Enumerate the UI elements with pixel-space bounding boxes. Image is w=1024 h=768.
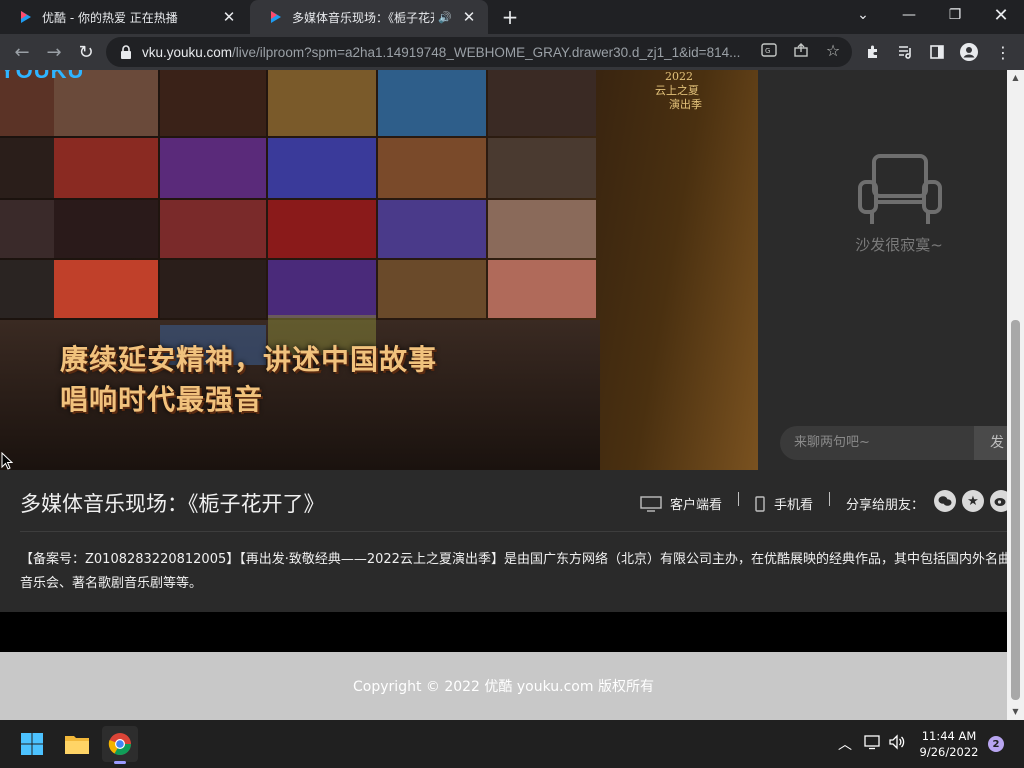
side-panel-icon[interactable] [928,43,946,61]
notification-badge[interactable]: 2 [988,736,1004,752]
video-player[interactable]: YOUKU 2022 云上之夏 演出季 赓续延安精神，讲述中国故事 唱响时代最强… [0,70,758,470]
youku-logo: YOUKU [0,70,85,83]
lock-icon [121,45,131,59]
page-viewport: YOUKU 2022 云上之夏 演出季 赓续延安精神，讲述中国故事 唱响时代最强… [0,70,1007,720]
monitor-icon [640,495,662,512]
separator [738,492,739,506]
slogan-line-2: 唱响时代最强音 [60,383,264,416]
profile-avatar-icon[interactable] [960,43,978,61]
tray-overflow-chevron-icon[interactable]: ︿ [838,734,852,754]
volume-icon[interactable] [888,734,906,754]
browser-tab-strip: 优酷 - 你的热爱 正在热播 ✕ 多媒体音乐现场：《栀子花开了 🔊 ✕ + ⌄ … [0,0,1024,34]
speaker-icon[interactable]: 🔊 [438,11,452,24]
browser-toolbar: ← → ↻ vku.youku.com/live/ilproom?spm=a2h… [0,34,1024,70]
send-button[interactable]: 发 [974,426,1007,460]
page-spacer [0,612,1007,652]
wechat-share-icon[interactable] [934,490,956,512]
extensions-puzzle-icon[interactable] [864,43,882,61]
favorite-star-share-icon[interactable]: ★ [962,490,984,512]
phone-icon [755,495,765,512]
kebab-menu-icon[interactable]: ⋮ [994,43,1012,62]
tab-live-room[interactable]: 多媒体音乐现场：《栀子花开了 🔊 ✕ [250,0,488,34]
youku-favicon-icon [271,11,281,23]
media-control-icon[interactable] [896,43,914,61]
watch-on-client-link[interactable]: 客户端看 [640,494,722,513]
room-info-section: 多媒体音乐现场：《栀子花开了》 客户端看 手机看 分享给朋友： ★ 【备案号：Z… [0,470,1007,612]
tab-title: 多媒体音乐现场：《栀子花开了 [292,10,434,25]
watch-on-mobile-link[interactable]: 手机看 [754,494,813,513]
bookmark-star-icon[interactable]: ☆ [824,41,842,60]
mouse-cursor-icon [1,452,13,470]
chat-input[interactable]: 来聊两句吧~ [780,426,974,460]
room-title: 多媒体音乐现场：《栀子花开了》 [20,492,325,516]
footer-copyright: Copyright © 2022 优酷 youku.com 版权所有 [0,652,1007,720]
url-text: vku.youku.com/live/ilproom?spm=a2ha1.149… [142,44,741,60]
network-icon[interactable] [864,734,882,754]
address-bar[interactable]: vku.youku.com/live/ilproom?spm=a2ha1.149… [106,37,852,67]
chrome-taskbar-icon[interactable] [102,726,138,764]
file-explorer-icon[interactable] [59,726,95,762]
summer-season-badge: 2022 云上之夏 演出季 [655,70,702,111]
translate-icon[interactable]: G [760,41,778,59]
youku-favicon-icon [21,11,31,23]
back-arrow-icon[interactable]: ← [10,40,34,64]
close-window-button[interactable]: ✕ [978,0,1024,30]
tab-title: 优酷 - 你的热爱 正在热播 [42,10,178,25]
weibo-share-icon[interactable] [990,490,1007,512]
minimize-button[interactable]: — [886,0,932,30]
divider [20,531,1007,532]
tab-search-chevron-icon[interactable]: ⌄ [840,0,886,30]
separator [829,492,830,506]
sofa-icon [858,154,942,224]
windows-start-icon[interactable] [14,726,50,762]
tab-youku-home[interactable]: 优酷 - 你的热爱 正在热播 ✕ [0,0,248,34]
tab-close-icon[interactable]: ✕ [220,8,238,26]
system-clock[interactable]: 11:44 AM 9/26/2022 [912,728,986,760]
forward-arrow-icon[interactable]: → [42,40,66,64]
chat-panel: 沙发很寂寞~ 来聊两句吧~ 发 [758,70,1007,470]
tab-close-icon[interactable]: ✕ [460,8,478,26]
windows-taskbar: ︿ 11:44 AM 9/26/2022 2 [0,720,1024,768]
scroll-up-arrow-icon[interactable]: ▲ [1007,70,1024,86]
room-description: 【备案号：Z0108283220812005】【再出发·致敬经典——2022云上… [20,552,1007,591]
chat-empty-message: 沙发很寂寞~ [855,236,943,254]
share-page-icon[interactable] [792,41,810,59]
page-scrollbar[interactable]: ▲ ▼ [1007,70,1024,720]
scroll-thumb[interactable] [1011,320,1020,700]
restore-button[interactable]: ❐ [932,0,978,30]
reload-icon[interactable]: ↻ [74,40,98,64]
share-label: 分享给朋友： [846,498,925,513]
scroll-down-arrow-icon[interactable]: ▼ [1007,704,1024,720]
new-tab-button[interactable]: + [498,5,522,29]
slogan-line-1: 赓续延安精神，讲述中国故事 [60,343,438,376]
svg-text:G: G [765,47,770,55]
